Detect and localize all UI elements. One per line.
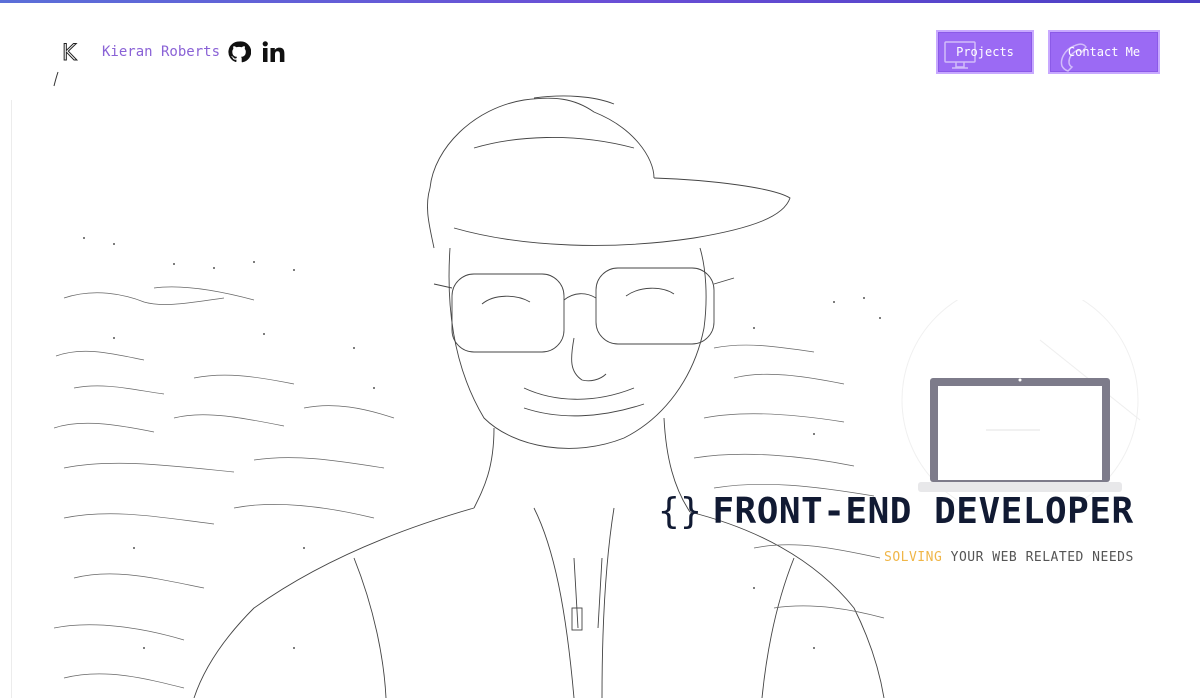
- top-accent-bar: [0, 0, 1200, 3]
- contact-me-button[interactable]: Contact Me: [1048, 30, 1160, 74]
- hero-title: {} FRONT-END DEVELOPER: [658, 491, 1158, 532]
- svg-text:K: K: [62, 41, 77, 66]
- hero-subtitle: SOLVING YOUR WEB RELATED NEEDS: [884, 550, 1164, 565]
- subtitle-highlight-word: OLVING: [892, 550, 943, 565]
- logo-k-icon[interactable]: K: [52, 36, 92, 92]
- left-divider: [11, 100, 12, 698]
- linkedin-icon[interactable]: [262, 40, 286, 64]
- hero-title-text: FRONT-END DEVELOPER: [712, 491, 1134, 532]
- projects-button-label: Projects: [956, 45, 1014, 59]
- github-icon[interactable]: [227, 40, 251, 64]
- laptop-illustration: [901, 300, 1141, 500]
- code-braces-icon: {}: [658, 491, 703, 532]
- projects-button[interactable]: Projects: [936, 30, 1034, 74]
- subtitle-rest: YOUR WEB RELATED NEEDS: [942, 550, 1134, 565]
- contact-button-label: Contact Me: [1067, 45, 1141, 59]
- portrait-sketch-image: [54, 95, 885, 698]
- brand-name-link[interactable]: Kieran Roberts: [102, 44, 220, 60]
